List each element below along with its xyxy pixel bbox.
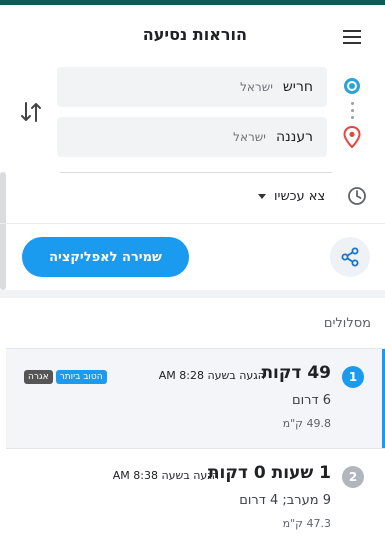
route-description: 6 דרום <box>291 393 331 408</box>
origin-country: ישראל <box>240 80 273 94</box>
section-separator <box>0 290 385 298</box>
route-option-2[interactable]: 2 1 שעות 0 דקות הגעה בשעה 8:38 AM 9 מערב… <box>6 448 385 541</box>
origin-marker-icon <box>344 78 360 94</box>
chevron-down-icon <box>258 193 266 199</box>
route-number: 1 <box>342 366 364 388</box>
destination-field[interactable]: רעננה ישראל <box>57 117 327 157</box>
route-duration: 1 שעות 0 דקות <box>207 463 331 483</box>
clock-icon <box>348 187 366 205</box>
header: הוראות נסיעה <box>0 5 385 59</box>
route-arrival: הגעה בשעה 8:28 AM <box>158 369 265 382</box>
scrollbar[interactable] <box>0 172 6 290</box>
route-distance: 49.8 ק"מ <box>282 417 331 430</box>
destination-country: ישראל <box>233 130 266 144</box>
share-icon <box>341 247 359 267</box>
route-arrival: הגעה בשעה 8:38 AM <box>112 469 219 482</box>
toll-badge: אגרה <box>24 370 53 384</box>
route-badges: אגרה הטוב ביותר <box>24 370 107 384</box>
route-description: 9 מערב; 4 דרום <box>239 493 331 508</box>
page-title: הוראות נסיעה <box>142 25 247 44</box>
routes-panel: מסלולים 1 49 דקות הגעה בשעה 8:28 AM אגרה… <box>6 298 385 541</box>
route-number: 2 <box>342 466 364 488</box>
menu-icon[interactable] <box>340 27 364 47</box>
route-points <box>340 72 366 152</box>
routes-header: מסלולים <box>323 316 371 331</box>
route-dot <box>351 102 354 105</box>
divider <box>0 223 385 224</box>
route-distance: 47.3 ק"מ <box>282 517 331 530</box>
destination-value: רעננה <box>275 129 313 145</box>
best-route-badge: הטוב ביותר <box>55 370 107 384</box>
origin-field[interactable]: חריש ישראל <box>57 67 327 107</box>
route-option-1[interactable]: 1 49 דקות הגעה בשעה 8:28 AM אגרה הטוב בי… <box>6 348 385 449</box>
destination-pin-icon <box>343 126 361 148</box>
route-duration: 49 דקות <box>261 363 331 383</box>
origin-value: חריש <box>282 79 313 95</box>
depart-time-value: צא עכשיו <box>274 188 326 204</box>
route-dot <box>351 116 354 119</box>
depart-time-select[interactable]: צא עכשיו <box>258 186 325 206</box>
save-to-app-button[interactable]: שמירה לאפליקציה <box>22 237 189 277</box>
share-button[interactable] <box>330 237 370 277</box>
route-dot <box>351 109 354 112</box>
swap-icon[interactable] <box>18 98 44 126</box>
divider <box>60 172 332 173</box>
